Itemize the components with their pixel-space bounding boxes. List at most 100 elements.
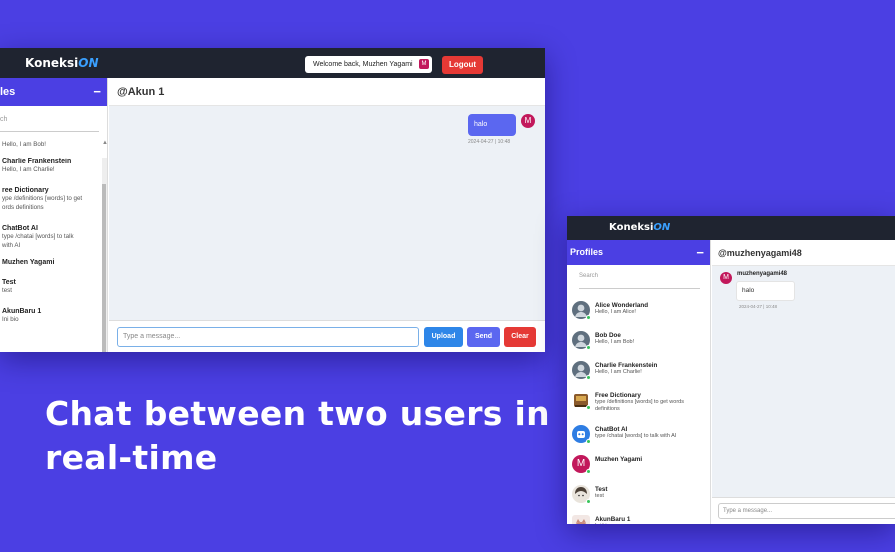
logout-button[interactable]: Logout: [442, 56, 483, 74]
profile-bio: type /definitions [words] to get words d…: [595, 399, 684, 412]
profile-name: ChatBot AI: [2, 225, 38, 232]
profile-text: Charlie Frankenstein Hello, I am Charlie!: [595, 360, 657, 376]
message-timestamp: 2024-04-27 | 10:48: [468, 139, 511, 145]
profile-text: ree Dictionary ype /definitions [words] t…: [2, 187, 82, 212]
profile-item[interactable]: ChatBot AI type /chatai [words] to talk w…: [0, 225, 107, 250]
chat-messages: halo M 2024-04-27 | 10:48: [109, 106, 545, 320]
profile-item[interactable]: Bob Doe Hello, I am Bob!: [567, 330, 710, 352]
profile-item[interactable]: ChatBot AI type /chatai [words] to talk w…: [567, 424, 710, 446]
chat-window-secondary: KoneksiON Profiles − Search Alice Wonder…: [567, 216, 895, 524]
profile-item[interactable]: M Muzhen Yagami: [567, 454, 710, 476]
online-indicator-icon: [586, 439, 591, 444]
app-logo[interactable]: KoneksiON: [609, 222, 670, 233]
profile-name: Free Dictionary: [595, 392, 641, 399]
scroll-up-icon[interactable]: ▲: [102, 140, 108, 146]
message-timestamp: 2024-04-27 | 10:48: [739, 304, 777, 309]
message-avatar: M: [720, 272, 732, 284]
profile-bio: Hello, I am Alice!: [595, 309, 636, 315]
profile-name: Test: [595, 486, 608, 493]
profile-item[interactable]: ree Dictionary ype /definitions [words] t…: [0, 187, 107, 212]
profile-list: Alice Wonderland Hello, I am Alice! Bob Do…: [567, 300, 710, 524]
profile-bio: Hello, I am Bob!: [2, 141, 47, 148]
profile-text: Alice Wonderland Hello, I am Alice!: [595, 300, 648, 316]
profile-text: Bob Doe Hello, I am Bob!: [595, 330, 634, 346]
headline: Chat between two users in real-time: [45, 392, 550, 480]
profile-name: Muzhen Yagami: [595, 456, 643, 463]
scrollbar-thumb[interactable]: [102, 184, 106, 352]
profile-name: Charlie Frankenstein: [595, 362, 658, 369]
online-indicator-icon: [586, 469, 591, 474]
send-button[interactable]: Send: [467, 327, 500, 347]
welcome-text: Welcome back, Muzhen Yagami: [313, 61, 413, 68]
profile-avatar-icon: [572, 485, 591, 504]
profile-bio: ype /definitions [words] to get ords def…: [2, 195, 83, 211]
message-bubble: halo: [468, 114, 516, 136]
chat-title: @Akun 1: [109, 78, 545, 106]
profile-avatar-icon: [572, 425, 591, 444]
profile-avatar-icon: [572, 331, 591, 350]
online-indicator-icon: [586, 375, 591, 380]
collapse-icon[interactable]: −: [696, 240, 704, 265]
profile-item[interactable]: AkunBaru 1Ini bio: [567, 514, 710, 524]
profile-text: Free Dictionary type /definitions [words]…: [595, 390, 684, 413]
profile-text: Test test: [595, 484, 607, 500]
user-avatar: M: [419, 59, 429, 69]
profile-name: Charlie Frankenstein: [2, 158, 72, 165]
profile-item[interactable]: AkunBaru 1Ini bio: [0, 308, 107, 324]
message-input[interactable]: Type a message...: [718, 503, 895, 519]
top-navbar: KoneksiON Welcome back, Muzhen Yagami M …: [0, 48, 545, 78]
message-composer: Type a message... Upload Send Clear: [109, 320, 545, 352]
profile-list: Charlie Frankenstein Hello, I am Charlie!…: [0, 158, 107, 352]
sidebar-header: Profiles −: [567, 240, 710, 265]
online-indicator-icon: [586, 315, 591, 320]
chat-messages: M muzhenyagami48 halo 2024-04-27 | 10:48: [712, 266, 895, 497]
profile-avatar-icon: [572, 361, 591, 380]
profile-name: Bob Doe: [595, 332, 621, 339]
search-input[interactable]: ch: [0, 116, 99, 132]
profile-bio: type /chatai [words] to talk with AI: [595, 433, 677, 439]
profile-name: AkunBaru 1: [2, 308, 42, 315]
profile-name: AkunBaru 1: [595, 516, 631, 523]
profile-item[interactable]: Test test: [567, 484, 710, 506]
sidebar-scrollbar[interactable]: [102, 158, 107, 352]
profile-item[interactable]: Charlie Frankenstein Hello, I am Charlie!: [0, 158, 107, 174]
profile-bio: Ini bio: [595, 523, 630, 524]
chat-title: @muzhenyagami48: [712, 240, 895, 266]
profile-avatar-icon: M: [572, 455, 591, 474]
app-logo[interactable]: KoneksiON: [25, 56, 99, 70]
sidebar-header: les −: [0, 78, 107, 106]
message-bubble: halo: [736, 281, 795, 301]
profile-text: ChatBot AI type /chatai [words] to talk w…: [2, 225, 74, 250]
profile-item[interactable]: Test test: [0, 279, 107, 295]
sidebar-title: les: [0, 86, 16, 98]
upload-button[interactable]: Upload: [424, 327, 463, 347]
profile-name: ree Dictionary: [2, 187, 49, 194]
message-input[interactable]: Type a message...: [117, 327, 419, 347]
profile-bio: Hello, I am Charlie!: [595, 369, 642, 375]
sidebar-title: Profiles: [570, 247, 604, 257]
profile-name: ChatBot AI: [595, 426, 628, 433]
profile-avatar-icon: [572, 515, 590, 524]
search-input[interactable]: Search: [579, 273, 700, 289]
profile-item[interactable]: Free Dictionary type /definitions [words]…: [567, 390, 710, 416]
profile-text: ChatBot AI type /chatai [words] to talk w…: [595, 424, 676, 440]
online-indicator-icon: [586, 499, 591, 504]
profile-item[interactable]: Muzhen Yagami: [0, 259, 107, 266]
profile-text: Test test: [2, 279, 16, 295]
welcome-badge: Welcome back, Muzhen Yagami M: [305, 56, 432, 73]
profile-bio: Ini bio: [2, 316, 19, 323]
profile-text: AkunBaru 1Ini bio: [595, 514, 630, 524]
message-sender: muzhenyagami48: [737, 271, 788, 277]
message-composer: Type a message...: [712, 497, 895, 524]
profile-bio: test: [595, 493, 604, 499]
profile-text: AkunBaru 1Ini bio: [2, 308, 41, 324]
profiles-sidebar: Profiles − Search Alice Wonderland Hello,…: [567, 240, 711, 524]
profile-avatar-icon: [572, 301, 591, 320]
online-indicator-icon: [586, 345, 591, 350]
top-navbar: KoneksiON: [567, 216, 895, 240]
collapse-icon[interactable]: −: [93, 78, 101, 106]
profile-item[interactable]: Alice Wonderland Hello, I am Alice!: [567, 300, 710, 322]
clear-button[interactable]: Clear: [504, 327, 536, 347]
headline-line-1: Chat between two users in: [45, 394, 550, 433]
profile-item[interactable]: Charlie Frankenstein Hello, I am Charlie!: [567, 360, 710, 382]
